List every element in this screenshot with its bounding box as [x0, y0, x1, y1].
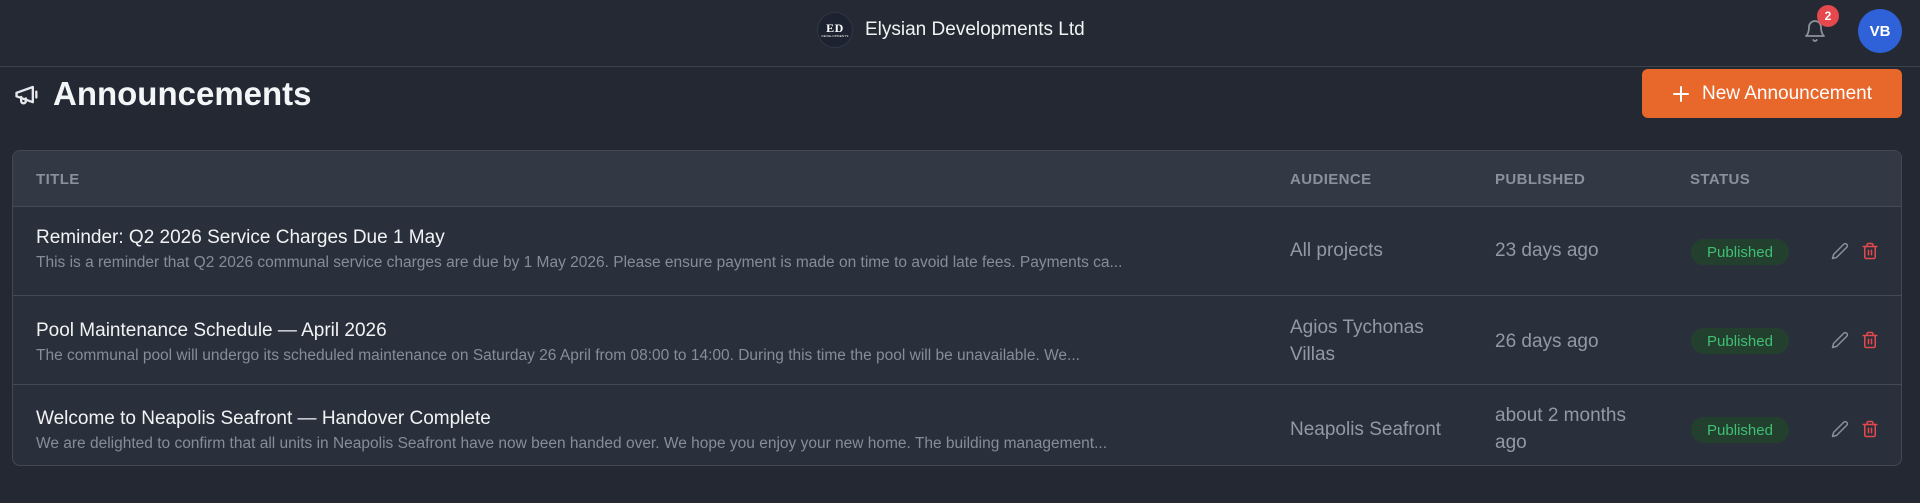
status-badge: Published — [1691, 417, 1789, 443]
edit-button[interactable] — [1829, 240, 1851, 262]
column-header-published[interactable]: PUBLISHED — [1495, 171, 1585, 188]
edit-button[interactable] — [1829, 418, 1851, 440]
announcement-excerpt: The communal pool will undergo its sched… — [36, 347, 1080, 364]
notification-count-badge: 2 — [1817, 5, 1839, 27]
top-bar: ED DEVELOPMENTS Elysian Developments Ltd… — [0, 0, 1920, 67]
table-header: TITLE AUDIENCE PUBLISHED STATUS — [13, 151, 1901, 207]
delete-button[interactable] — [1859, 418, 1881, 440]
announcement-published: 23 days ago — [1495, 240, 1599, 261]
trash-icon — [1862, 420, 1878, 438]
table-row[interactable]: Welcome to Neapolis Seafront — Handover … — [13, 386, 1901, 465]
trash-icon — [1862, 242, 1878, 260]
column-header-status[interactable]: STATUS — [1690, 171, 1750, 188]
announcement-published: about 2 months ago — [1495, 405, 1626, 453]
new-announcement-button[interactable]: New Announcement — [1642, 69, 1902, 118]
new-announcement-label: New Announcement — [1701, 82, 1873, 104]
status-badge: Published — [1691, 328, 1789, 354]
announcement-title[interactable]: Welcome to Neapolis Seafront — Handover … — [36, 408, 491, 430]
announcement-audience: Agios Tychonas Villas — [1290, 317, 1424, 365]
pencil-icon — [1831, 420, 1849, 438]
column-header-title[interactable]: TITLE — [36, 171, 80, 188]
delete-button[interactable] — [1859, 240, 1881, 262]
announcement-published: 26 days ago — [1495, 331, 1599, 352]
table-row[interactable]: Reminder: Q2 2026 Service Charges Due 1 … — [13, 208, 1901, 296]
pencil-icon — [1831, 242, 1849, 260]
announcement-excerpt: We are delighted to confirm that all uni… — [36, 435, 1108, 452]
announcement-title[interactable]: Reminder: Q2 2026 Service Charges Due 1 … — [36, 227, 445, 249]
company-name: Elysian Developments Ltd — [865, 19, 1085, 40]
page-title: Announcements — [53, 75, 312, 112]
logo-subtext: DEVELOPMENTS — [821, 33, 849, 38]
status-badge: Published — [1691, 239, 1789, 265]
page-header: Announcements — [13, 72, 312, 116]
company-logo: ED DEVELOPMENTS — [817, 12, 853, 48]
megaphone-icon — [15, 85, 38, 105]
table-row[interactable]: Pool Maintenance Schedule — April 2026 T… — [13, 297, 1901, 385]
announcement-audience: All projects — [1290, 240, 1383, 261]
announcements-table: TITLE AUDIENCE PUBLISHED STATUS Reminder… — [12, 150, 1902, 466]
pencil-icon — [1831, 331, 1849, 349]
user-avatar[interactable]: VB — [1858, 9, 1902, 53]
plus-icon — [1672, 85, 1689, 102]
trash-icon — [1862, 331, 1878, 349]
column-header-audience[interactable]: AUDIENCE — [1290, 171, 1372, 188]
announcement-title[interactable]: Pool Maintenance Schedule — April 2026 — [36, 320, 387, 342]
edit-button[interactable] — [1829, 329, 1851, 351]
announcement-excerpt: This is a reminder that Q2 2026 communal… — [36, 254, 1123, 271]
brand[interactable]: ED DEVELOPMENTS Elysian Developments Ltd — [817, 12, 1085, 48]
announcement-audience: Neapolis Seafront — [1290, 419, 1442, 440]
logo-monogram: ED — [826, 20, 844, 35]
delete-button[interactable] — [1859, 329, 1881, 351]
